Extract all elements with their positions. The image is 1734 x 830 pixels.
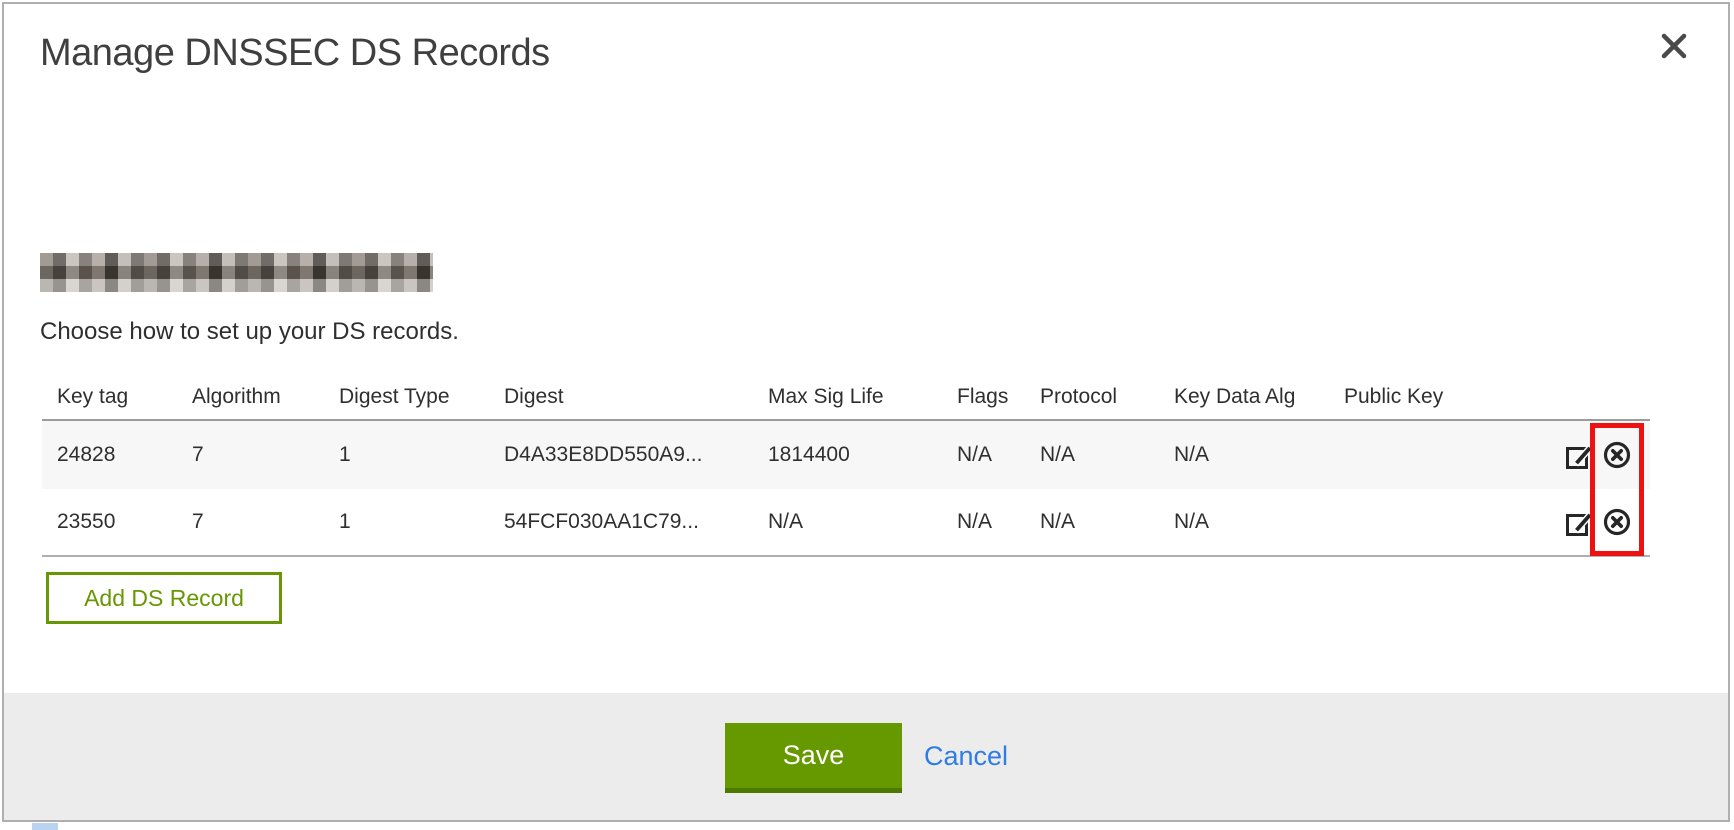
col-digest-type: Digest Type	[339, 385, 504, 409]
dnssec-ds-records-dialog: Manage DNSSEC DS Records Choose how to s…	[2, 2, 1730, 822]
cell-digest-type: 1	[339, 510, 504, 534]
col-key-tag: Key tag	[57, 385, 192, 409]
page-behind-fragment	[32, 823, 58, 830]
edit-record-button[interactable]	[1564, 440, 1594, 470]
edit-icon	[1564, 440, 1594, 470]
save-button[interactable]: Save	[725, 723, 902, 793]
edit-icon	[1564, 507, 1594, 537]
col-public-key: Public Key	[1344, 385, 1554, 409]
dialog-footer: Save Cancel	[4, 693, 1728, 820]
cell-digest: 54FCF030AA1C79...	[504, 510, 768, 534]
instruction-text: Choose how to set up your DS records.	[40, 318, 459, 346]
cell-algorithm: 7	[192, 443, 339, 467]
table-row: 23550 7 1 54FCF030AA1C79... N/A N/A N/A …	[42, 489, 1650, 557]
cell-protocol: N/A	[1040, 510, 1174, 534]
cell-key-tag: 23550	[57, 510, 192, 534]
close-icon	[1656, 28, 1692, 64]
col-algorithm: Algorithm	[192, 385, 339, 409]
add-ds-record-button[interactable]: Add DS Record	[46, 572, 282, 624]
cell-key-data-alg: N/A	[1174, 510, 1344, 534]
col-protocol: Protocol	[1040, 385, 1174, 409]
cancel-link[interactable]: Cancel	[924, 723, 1008, 793]
table-row: 24828 7 1 D4A33E8DD550A9... 1814400 N/A …	[42, 421, 1650, 489]
table-header-row: Key tag Algorithm Digest Type Digest Max…	[42, 374, 1650, 421]
delete-record-button[interactable]	[1602, 440, 1632, 470]
cell-algorithm: 7	[192, 510, 339, 534]
cell-key-data-alg: N/A	[1174, 443, 1344, 467]
cell-key-tag: 24828	[57, 443, 192, 467]
col-key-data-alg: Key Data Alg	[1174, 385, 1344, 409]
col-digest: Digest	[504, 385, 768, 409]
x-circle-icon	[1602, 440, 1632, 470]
cell-protocol: N/A	[1040, 443, 1174, 467]
cell-digest-type: 1	[339, 443, 504, 467]
cell-flags: N/A	[957, 443, 1040, 467]
ds-records-table: Key tag Algorithm Digest Type Digest Max…	[42, 374, 1650, 557]
close-button[interactable]	[1656, 28, 1692, 64]
x-circle-icon	[1602, 507, 1632, 537]
row-actions	[1554, 507, 1650, 537]
cell-flags: N/A	[957, 510, 1040, 534]
page-title: Manage DNSSEC DS Records	[40, 32, 550, 75]
row-actions	[1554, 440, 1650, 470]
cell-max-sig-life: N/A	[768, 510, 957, 534]
col-max-sig-life: Max Sig Life	[768, 385, 957, 409]
edit-record-button[interactable]	[1564, 507, 1594, 537]
delete-record-button[interactable]	[1602, 507, 1632, 537]
col-flags: Flags	[957, 385, 1040, 409]
redacted-domain-name	[40, 253, 433, 292]
cell-max-sig-life: 1814400	[768, 443, 957, 467]
cell-digest: D4A33E8DD550A9...	[504, 443, 768, 467]
